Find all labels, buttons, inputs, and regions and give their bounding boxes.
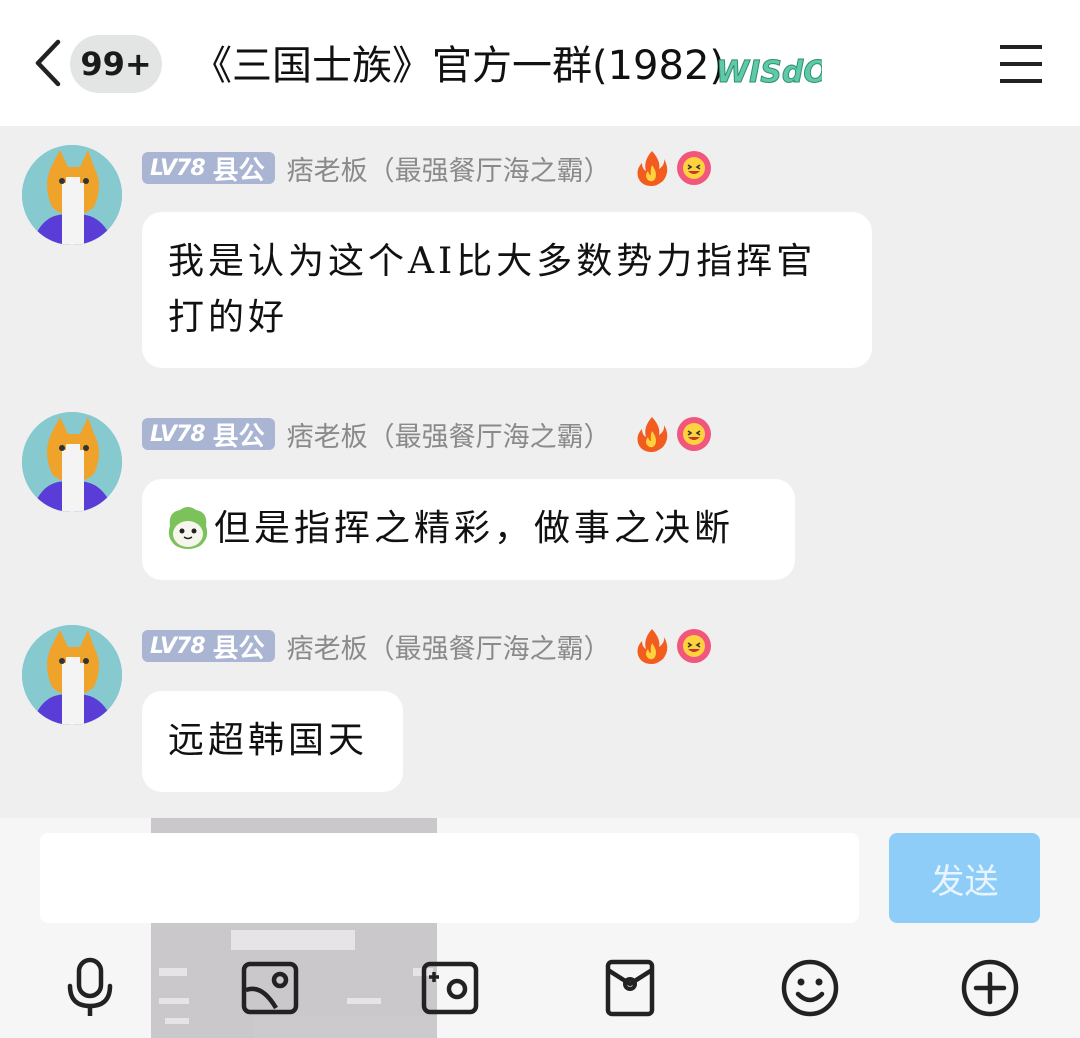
avatar[interactable] bbox=[22, 145, 122, 245]
sender-info: LV78 县公 痞老板（最强餐厅海之霸） bbox=[142, 627, 713, 666]
sender-name[interactable]: 痞老板（最强餐厅海之霸） bbox=[287, 415, 611, 454]
laughing-flower-icon bbox=[676, 629, 711, 663]
message-bubble[interactable]: 但是指挥之精彩，做事之决断 bbox=[142, 479, 795, 580]
mic-icon[interactable] bbox=[58, 956, 122, 1020]
chat-header: 99+ 《三国士族》官方一群(1982) WISdOM bbox=[0, 0, 1080, 126]
fire-icon bbox=[637, 151, 667, 186]
wisdom-badge-icon: WISdOM bbox=[716, 55, 823, 91]
avatar[interactable] bbox=[22, 625, 122, 725]
camera-icon[interactable] bbox=[418, 956, 482, 1020]
laughing-flower-icon bbox=[676, 151, 711, 185]
message-bubble[interactable]: 我是认为这个AI比大多数势力指挥官打的好 bbox=[142, 212, 872, 368]
message-text: 远超韩国天 bbox=[168, 720, 369, 761]
group-title: 《三国士族》官方一群(1982) bbox=[192, 43, 726, 89]
send-button[interactable]: 发送 bbox=[889, 833, 1040, 923]
svg-text:WISdOM: WISdOM bbox=[716, 55, 822, 90]
image-icon[interactable] bbox=[238, 956, 302, 1020]
sender-info: LV78 县公 痞老板（最强餐厅海之霸） bbox=[142, 415, 713, 454]
message-text: 我是认为这个AI比大多数势力指挥官打的好 bbox=[168, 241, 817, 338]
unread-count-badge[interactable]: 99+ bbox=[70, 35, 162, 93]
level-tag: LV78 县公 bbox=[142, 152, 275, 186]
sender-name[interactable]: 痞老板（最强餐厅海之霸） bbox=[287, 627, 611, 666]
message-text: 但是指挥之精彩，做事之决断 bbox=[214, 508, 735, 549]
avatar[interactable] bbox=[22, 412, 122, 512]
level-tag: LV78 县公 bbox=[142, 418, 275, 452]
laughing-flower-icon bbox=[676, 417, 711, 451]
sender-name[interactable]: 痞老板（最强餐厅海之霸） bbox=[287, 149, 611, 188]
cabbage-sticker-icon bbox=[168, 507, 208, 549]
message-input[interactable] bbox=[40, 833, 859, 923]
sender-info: LV78 县公 痞老板（最强餐厅海之霸） bbox=[142, 149, 713, 188]
fire-icon bbox=[637, 629, 667, 664]
menu-icon[interactable] bbox=[998, 42, 1044, 86]
level-tag: LV78 县公 bbox=[142, 630, 275, 664]
emoji-icon[interactable] bbox=[778, 956, 842, 1020]
fire-icon bbox=[637, 417, 667, 452]
back-arrow-icon[interactable] bbox=[28, 38, 68, 88]
message-bubble[interactable]: 远超韩国天 bbox=[142, 691, 403, 792]
plus-icon[interactable] bbox=[958, 956, 1022, 1020]
red-packet-icon[interactable] bbox=[598, 956, 662, 1020]
